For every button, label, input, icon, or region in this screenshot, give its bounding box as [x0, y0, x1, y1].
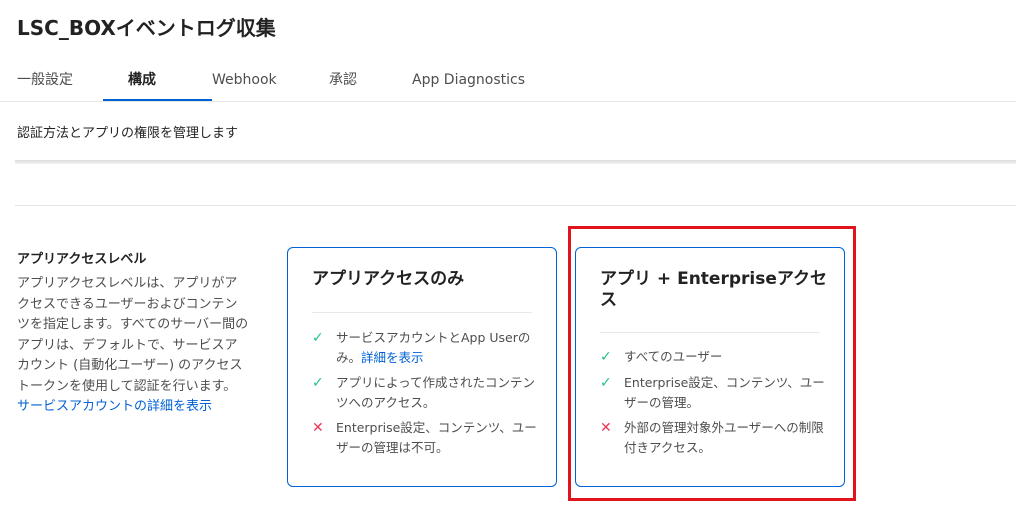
card-divider — [312, 312, 532, 313]
page-description: 認証方法とアプリの権限を管理します — [17, 126, 239, 141]
check-icon: ✓ — [312, 375, 324, 391]
feature-text: アプリによって作成されたコンテンツへのアクセス。 — [336, 375, 536, 410]
feature-item: ✕ Enterprise設定、コンテンツ、ユーザーの管理は不可。 — [312, 418, 542, 458]
feature-item: ✓ サービスアカウントとApp Userのみ。詳細を表示 — [312, 328, 542, 368]
tab-general-settings[interactable]: 一般設定 — [17, 58, 73, 102]
details-link[interactable]: 詳細を表示 — [361, 350, 424, 365]
feature-item: ✓ アプリによって作成されたコンテンツへのアクセス。 — [312, 373, 542, 413]
access-level-description-text: アプリアクセスレベルは、アプリがアクセスできるユーザーおよびコンテンツを指定しま… — [17, 276, 249, 394]
access-level-title: アプリアクセスレベル — [17, 252, 147, 267]
cross-icon: ✕ — [312, 420, 324, 436]
tab-bar: 一般設定 構成 Webhook 承認 App Diagnostics — [0, 58, 1016, 102]
tab-authorization[interactable]: 承認 — [329, 58, 357, 102]
access-level-description: アプリアクセスレベルは、アプリがアクセスできるユーザーおよびコンテンツを指定しま… — [17, 274, 249, 418]
tab-webhook[interactable]: Webhook — [212, 58, 277, 102]
service-account-details-link[interactable]: サービスアカウントの詳細を表示 — [17, 399, 212, 414]
app-access-only-card[interactable]: アプリアクセスのみ ✓ サービスアカウントとApp Userのみ。詳細を表示 ✓… — [287, 247, 557, 487]
check-icon: ✓ — [312, 330, 324, 346]
tab-configuration[interactable]: 構成 — [128, 58, 156, 102]
card-title: アプリアクセスのみ — [312, 269, 465, 289]
divider — [15, 205, 1016, 206]
highlight-box — [568, 226, 856, 501]
tab-app-diagnostics[interactable]: App Diagnostics — [412, 58, 525, 102]
section-separator — [15, 160, 1016, 164]
app-title: LSC_BOXイベントログ収集 — [17, 16, 276, 40]
feature-text: Enterprise設定、コンテンツ、ユーザーの管理は不可。 — [336, 420, 537, 455]
tabs-divider — [0, 101, 1016, 102]
